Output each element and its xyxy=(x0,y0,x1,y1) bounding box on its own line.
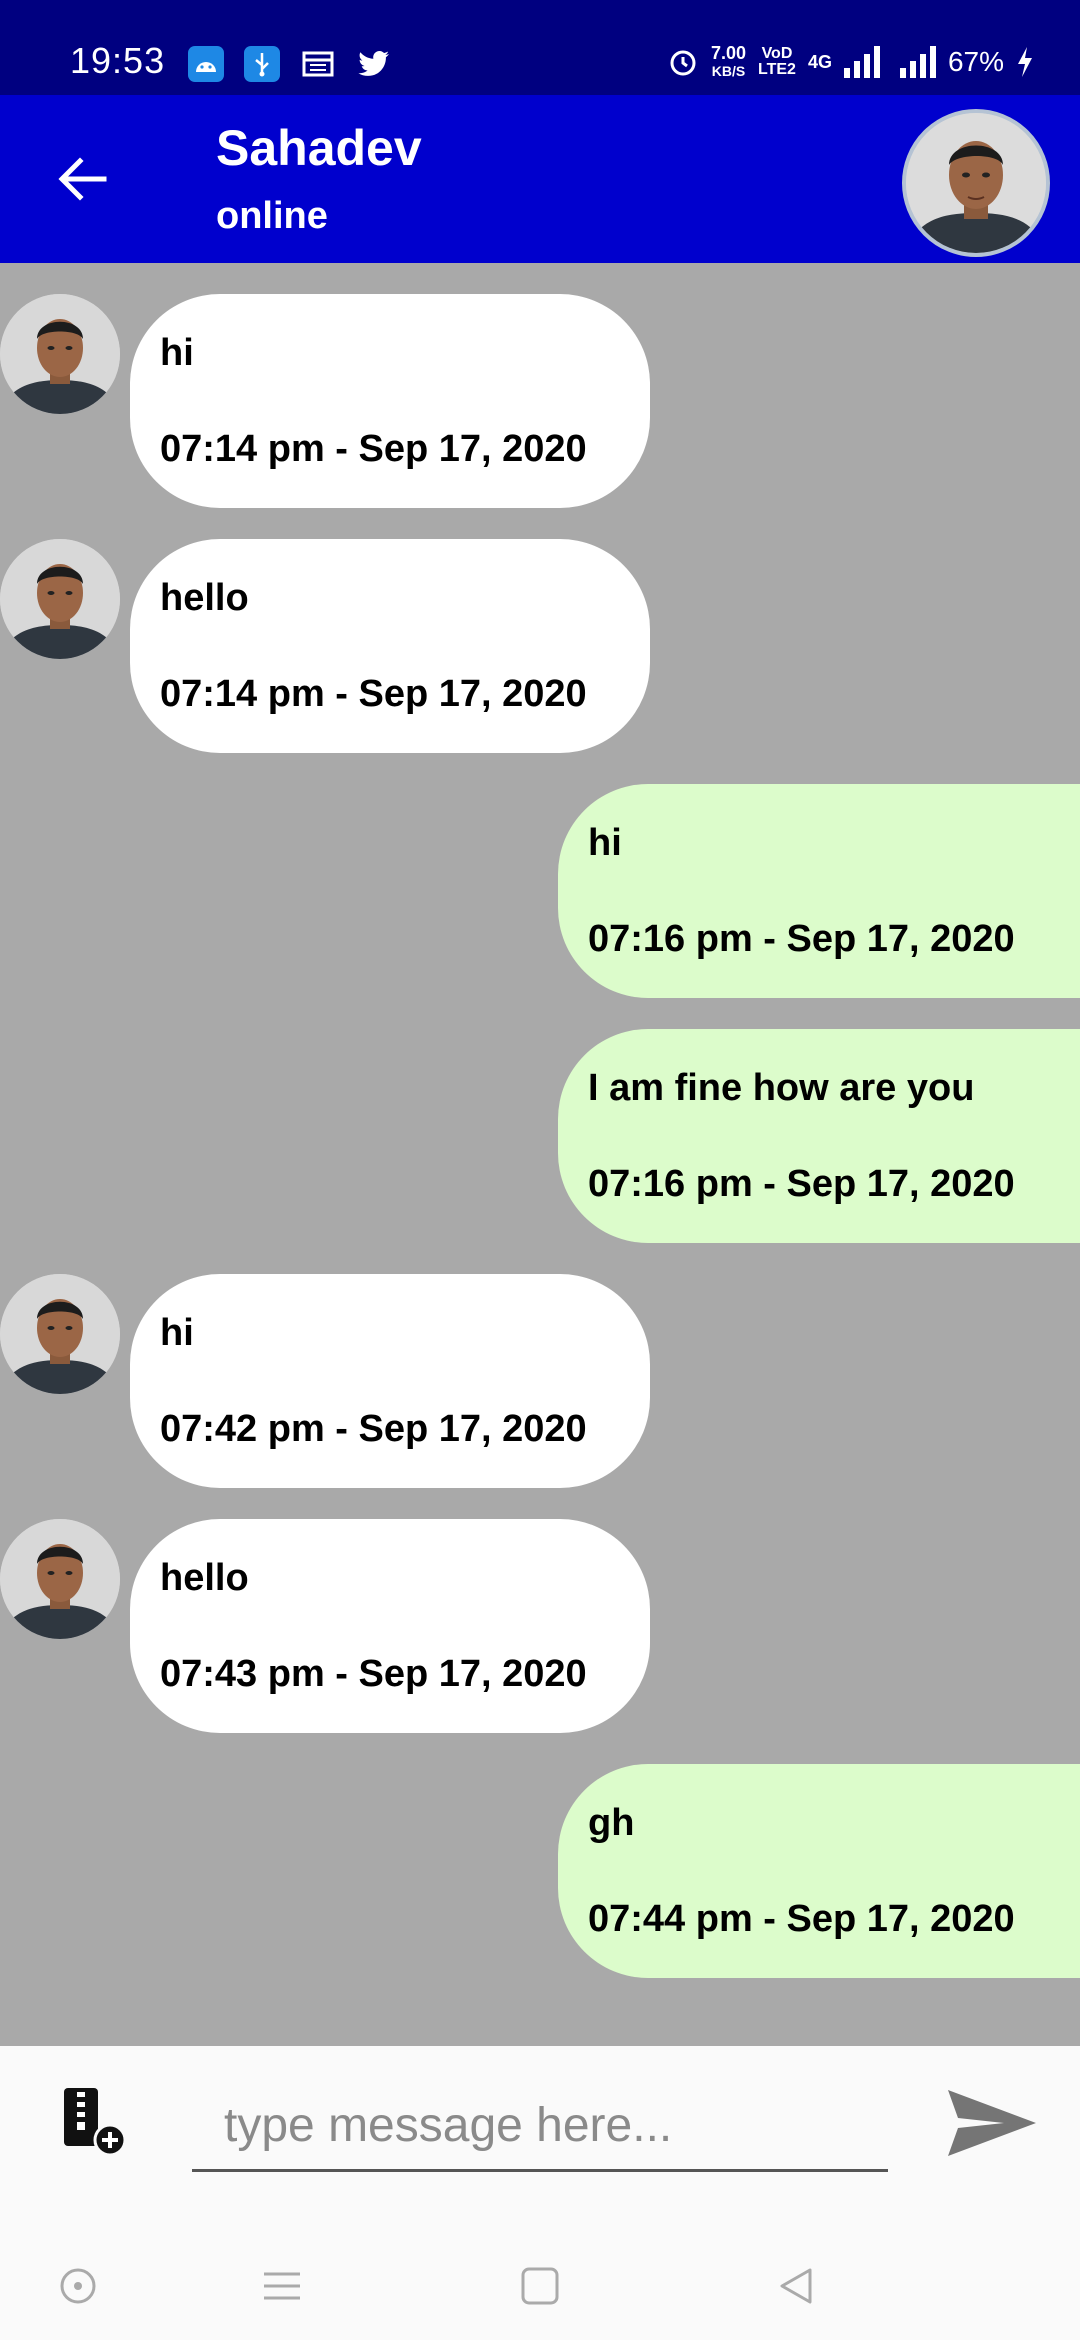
status-right: 7.00 KB/S VoD LTE2 4G 67% xyxy=(667,44,1034,80)
outgoing-message[interactable]: I am fine how are you 07:16 pm - Sep 17, … xyxy=(0,1029,1080,1243)
charging-icon xyxy=(1018,47,1032,77)
message-text: hello xyxy=(160,577,249,619)
volte-line2: LTE2 xyxy=(758,61,796,78)
menu-nav-icon[interactable] xyxy=(262,2266,302,2306)
message-bubble[interactable]: hello 07:14 pm - Sep 17, 2020 xyxy=(130,539,650,753)
message-bubble[interactable]: I am fine how are you 07:16 pm - Sep 17, … xyxy=(558,1029,1080,1243)
message-timestamp: 07:16 pm - Sep 17, 2020 xyxy=(588,918,1015,960)
chat-header: Sahadev online xyxy=(0,95,1080,263)
message-bubble[interactable]: gh 07:44 pm - Sep 17, 2020 xyxy=(558,1764,1080,1978)
sender-avatar[interactable] xyxy=(0,1519,120,1639)
network-speed-unit: KB/S xyxy=(711,63,746,79)
assistant-nav-icon[interactable] xyxy=(58,2266,98,2306)
contact-name: Sahadev xyxy=(216,120,422,176)
back-nav-icon[interactable] xyxy=(776,2266,816,2306)
network-speed-value: 7.00 xyxy=(710,43,746,63)
presence-status: online xyxy=(216,195,328,237)
network-speed: 7.00 KB/S xyxy=(711,44,746,80)
calendar-icon xyxy=(300,46,336,82)
message-composer xyxy=(0,2046,1080,2226)
sender-avatar[interactable] xyxy=(0,294,120,414)
incoming-message[interactable]: hello 07:14 pm - Sep 17, 2020 xyxy=(0,539,1080,753)
android-icon xyxy=(188,46,224,82)
incoming-message[interactable]: hi 07:14 pm - Sep 17, 2020 xyxy=(0,294,1080,508)
send-icon[interactable] xyxy=(946,2086,1038,2160)
usb-icon xyxy=(244,46,280,82)
message-text: hi xyxy=(160,332,194,374)
volte-line1: VoD xyxy=(761,45,793,62)
outgoing-message[interactable]: hi 07:16 pm - Sep 17, 2020 xyxy=(0,784,1080,998)
message-timestamp: 07:14 pm - Sep 17, 2020 xyxy=(160,673,587,715)
attach-file-icon[interactable] xyxy=(62,2086,130,2158)
message-timestamp: 07:14 pm - Sep 17, 2020 xyxy=(160,428,587,470)
message-input-wrap xyxy=(192,2082,888,2228)
message-bubble[interactable]: hi 07:14 pm - Sep 17, 2020 xyxy=(130,294,650,508)
outgoing-message[interactable]: gh 07:44 pm - Sep 17, 2020 xyxy=(0,1764,1080,1978)
volte-indicator: VoD LTE2 xyxy=(758,46,796,78)
incoming-message[interactable]: hi 07:42 pm - Sep 17, 2020 xyxy=(0,1274,1080,1488)
message-bubble[interactable]: hello 07:43 pm - Sep 17, 2020 xyxy=(130,1519,650,1733)
sender-avatar[interactable] xyxy=(0,539,120,659)
message-text: hi xyxy=(588,822,622,864)
network-type: 4G xyxy=(807,51,832,72)
twitter-icon xyxy=(356,46,392,82)
notification-icons xyxy=(188,46,392,82)
message-timestamp: 07:42 pm - Sep 17, 2020 xyxy=(160,1408,587,1450)
signal-2-icon xyxy=(899,46,936,78)
message-bubble[interactable]: hi 07:42 pm - Sep 17, 2020 xyxy=(130,1274,650,1488)
back-arrow-icon[interactable] xyxy=(56,153,108,205)
message-text: hello xyxy=(160,1557,249,1599)
message-text: I am fine how are you xyxy=(588,1067,975,1109)
message-bubble[interactable]: hi 07:16 pm - Sep 17, 2020 xyxy=(558,784,1080,998)
message-text: hi xyxy=(160,1312,194,1354)
system-nav-bar xyxy=(0,2226,1080,2340)
message-input[interactable] xyxy=(192,2082,888,2172)
message-text: gh xyxy=(588,1802,635,1844)
message-timestamp: 07:44 pm - Sep 17, 2020 xyxy=(588,1898,1015,1940)
sender-avatar[interactable] xyxy=(0,1274,120,1394)
status-bar: 19:53 7.00 KB/S VoD LTE2 4G 67% xyxy=(0,0,1080,95)
home-nav-icon[interactable] xyxy=(520,2266,560,2306)
alarm-icon xyxy=(670,50,696,76)
contact-avatar[interactable] xyxy=(902,109,1050,257)
status-time: 19:53 xyxy=(70,40,166,81)
message-timestamp: 07:43 pm - Sep 17, 2020 xyxy=(160,1653,587,1695)
battery-percent: 67% xyxy=(947,46,1004,77)
incoming-message[interactable]: hello 07:43 pm - Sep 17, 2020 xyxy=(0,1519,1080,1733)
signal-1-icon xyxy=(843,46,880,78)
message-timestamp: 07:16 pm - Sep 17, 2020 xyxy=(588,1163,1015,1205)
